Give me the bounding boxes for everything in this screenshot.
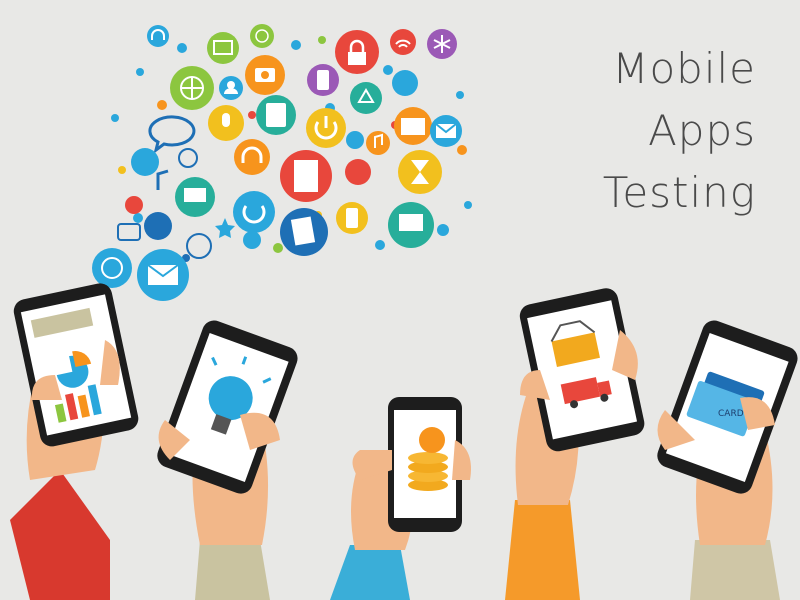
hourglass-icon bbox=[398, 150, 442, 194]
title-line-mobile: Mobile bbox=[612, 44, 756, 93]
globe3-icon bbox=[92, 248, 132, 288]
headset2-icon bbox=[186, 233, 212, 259]
lock-icon bbox=[335, 30, 379, 74]
recycle-icon bbox=[350, 82, 382, 114]
hand-phone-card: CARD bbox=[657, 320, 798, 600]
hand-phone-bulb bbox=[157, 320, 298, 600]
app-icon-cloud bbox=[92, 24, 472, 301]
globe-icon bbox=[170, 66, 214, 110]
hand-phone-chart bbox=[10, 283, 139, 600]
email-icon bbox=[137, 249, 189, 301]
mic-icon bbox=[208, 105, 244, 141]
headset-icon bbox=[147, 25, 169, 47]
mobile-icon bbox=[336, 202, 368, 234]
wifi-icon bbox=[390, 29, 416, 55]
sleeve-red bbox=[10, 470, 110, 600]
printer-icon bbox=[345, 159, 371, 185]
illustration: CARD Mobile Apps Testing bbox=[0, 0, 800, 600]
refresh2-icon bbox=[144, 212, 172, 240]
hand-phone-coins bbox=[330, 397, 471, 600]
title-line-testing: Testing bbox=[602, 168, 756, 217]
hand-phone-shopping bbox=[505, 288, 645, 600]
pages-icon bbox=[280, 208, 328, 256]
tablet-icon bbox=[256, 95, 296, 135]
image-icon bbox=[207, 32, 239, 64]
sleeve-orange bbox=[505, 500, 580, 600]
power-icon bbox=[306, 108, 346, 148]
power2-icon bbox=[233, 191, 275, 233]
phone-icon bbox=[307, 64, 339, 96]
refresh-icon bbox=[392, 70, 418, 96]
camera-icon bbox=[245, 55, 285, 95]
mail-icon bbox=[430, 115, 462, 147]
music-icon bbox=[366, 131, 390, 155]
headphones-icon bbox=[234, 139, 270, 175]
sleeve-khaki bbox=[690, 540, 780, 600]
wifi-bubble-icon bbox=[131, 148, 159, 176]
arrow-icon bbox=[125, 196, 143, 214]
star-icon bbox=[215, 218, 235, 238]
note-icon bbox=[156, 169, 169, 190]
folder-icon bbox=[394, 107, 432, 145]
sleeve-olive bbox=[195, 540, 270, 600]
globe2-icon bbox=[250, 24, 274, 48]
at-icon bbox=[178, 148, 198, 168]
laptop-icon bbox=[175, 177, 215, 217]
sleeve-teal bbox=[330, 545, 410, 600]
asterisk-icon bbox=[427, 29, 457, 59]
monitor-icon bbox=[388, 202, 434, 248]
user-icon bbox=[219, 76, 243, 100]
chat2-icon bbox=[117, 223, 141, 241]
page-title: Mobile Apps Testing bbox=[603, 38, 756, 224]
document-icon bbox=[280, 150, 332, 202]
chat-icon bbox=[148, 115, 196, 154]
card-label: CARD bbox=[718, 409, 744, 419]
title-line-apps: Apps bbox=[648, 106, 756, 155]
